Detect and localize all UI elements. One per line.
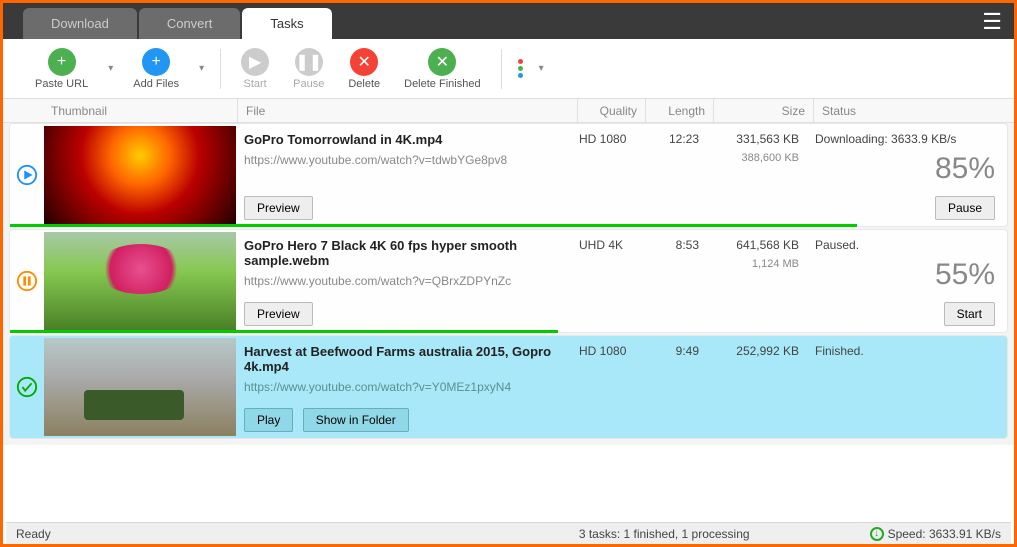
status-text: Finished. (815, 344, 995, 358)
length-value: 8:53 (639, 230, 707, 332)
status-bar: Ready 3 tasks: 1 finished, 1 processing … (6, 522, 1011, 544)
thumbnail (44, 232, 236, 330)
delete-button[interactable]: ✕ Delete (336, 46, 392, 92)
task-row[interactable]: Harvest at Beefwood Farms australia 2015… (9, 335, 1008, 439)
pause-task-button[interactable]: Pause (935, 196, 995, 220)
plus-icon: + (142, 48, 170, 76)
preview-button[interactable]: Preview (244, 302, 313, 326)
show-in-folder-button[interactable]: Show in Folder (303, 408, 409, 432)
start-task-button[interactable]: Start (944, 302, 995, 326)
length-value: 9:49 (639, 336, 707, 438)
play-icon: ▶ (241, 48, 269, 76)
thumbnail (44, 338, 236, 436)
status-speed: Speed: 3633.91 KB/s (888, 527, 1001, 541)
status-ready: Ready (16, 527, 579, 541)
header-size[interactable]: Size (714, 99, 814, 122)
top-tab-bar: Download Convert Tasks ☰ (3, 3, 1014, 39)
close-icon: ✕ (428, 48, 456, 76)
length-value: 12:23 (639, 124, 707, 226)
progress-bar (10, 224, 857, 227)
status-tasks-info: 3 tasks: 1 finished, 1 processing (579, 527, 750, 541)
separator (220, 49, 221, 89)
progress-percent: 55% (815, 258, 995, 292)
quality-value: HD 1080 (571, 336, 639, 438)
size-value: 331,563 KB388,600 KB (707, 124, 807, 226)
quality-value: HD 1080 (571, 124, 639, 226)
header-file[interactable]: File (238, 99, 578, 122)
progress-percent: 85% (815, 152, 995, 186)
file-title: GoPro Hero 7 Black 4K 60 fps hyper smoot… (244, 238, 563, 268)
file-url: https://www.youtube.com/watch?v=QBrxZDPY… (244, 274, 563, 288)
finished-icon (10, 336, 44, 438)
toolbar: + Paste URL ▾ + Add Files ▾ ▶ Start ❚❚ P… (3, 39, 1014, 99)
header-status[interactable]: Status (814, 99, 1014, 122)
paused-icon (10, 230, 44, 332)
tab-download[interactable]: Download (23, 8, 137, 39)
quality-value: UHD 4K (571, 230, 639, 332)
header-length[interactable]: Length (646, 99, 714, 122)
file-url: https://www.youtube.com/watch?v=tdwbYGe8… (244, 153, 563, 167)
speed-icon: ↓ (870, 527, 884, 541)
thumbnail (44, 126, 236, 224)
size-value: 641,568 KB1,124 MB (707, 230, 807, 332)
menu-icon[interactable]: ☰ (982, 9, 1002, 35)
view-options-button[interactable]: ▾ (510, 59, 552, 78)
add-files-button[interactable]: + Add Files (121, 46, 191, 92)
start-button[interactable]: ▶ Start (229, 46, 281, 92)
progress-bar (10, 330, 558, 333)
task-row[interactable]: GoPro Hero 7 Black 4K 60 fps hyper smoot… (9, 229, 1008, 333)
tab-convert[interactable]: Convert (139, 8, 241, 39)
size-value: 252,992 KB (707, 336, 807, 438)
downloading-icon (10, 124, 44, 226)
chevron-down-icon: ▾ (531, 63, 552, 74)
dots-icon (510, 59, 531, 78)
header-thumbnail[interactable]: Thumbnail (43, 99, 238, 122)
plus-icon: + (48, 48, 76, 76)
play-button[interactable]: Play (244, 408, 293, 432)
tab-tasks[interactable]: Tasks (242, 8, 331, 39)
paste-url-button[interactable]: + Paste URL (23, 46, 100, 92)
task-row[interactable]: GoPro Tomorrowland in 4K.mp4 https://www… (9, 123, 1008, 227)
column-headers: Thumbnail File Quality Length Size Statu… (3, 99, 1014, 123)
pause-icon: ❚❚ (295, 48, 323, 76)
header-quality[interactable]: Quality (578, 99, 646, 122)
separator (501, 49, 502, 89)
file-title: Harvest at Beefwood Farms australia 2015… (244, 344, 563, 374)
pause-button[interactable]: ❚❚ Pause (281, 46, 336, 92)
file-url: https://www.youtube.com/watch?v=Y0MEz1px… (244, 380, 563, 394)
status-text: Downloading: 3633.9 KB/s (815, 132, 995, 146)
status-text: Paused. (815, 238, 995, 252)
paste-url-dropdown[interactable]: ▾ (100, 63, 121, 74)
preview-button[interactable]: Preview (244, 196, 313, 220)
add-files-dropdown[interactable]: ▾ (191, 63, 212, 74)
task-list: GoPro Tomorrowland in 4K.mp4 https://www… (3, 123, 1014, 445)
delete-finished-button[interactable]: ✕ Delete Finished (392, 46, 492, 92)
file-title: GoPro Tomorrowland in 4K.mp4 (244, 132, 563, 147)
close-icon: ✕ (350, 48, 378, 76)
